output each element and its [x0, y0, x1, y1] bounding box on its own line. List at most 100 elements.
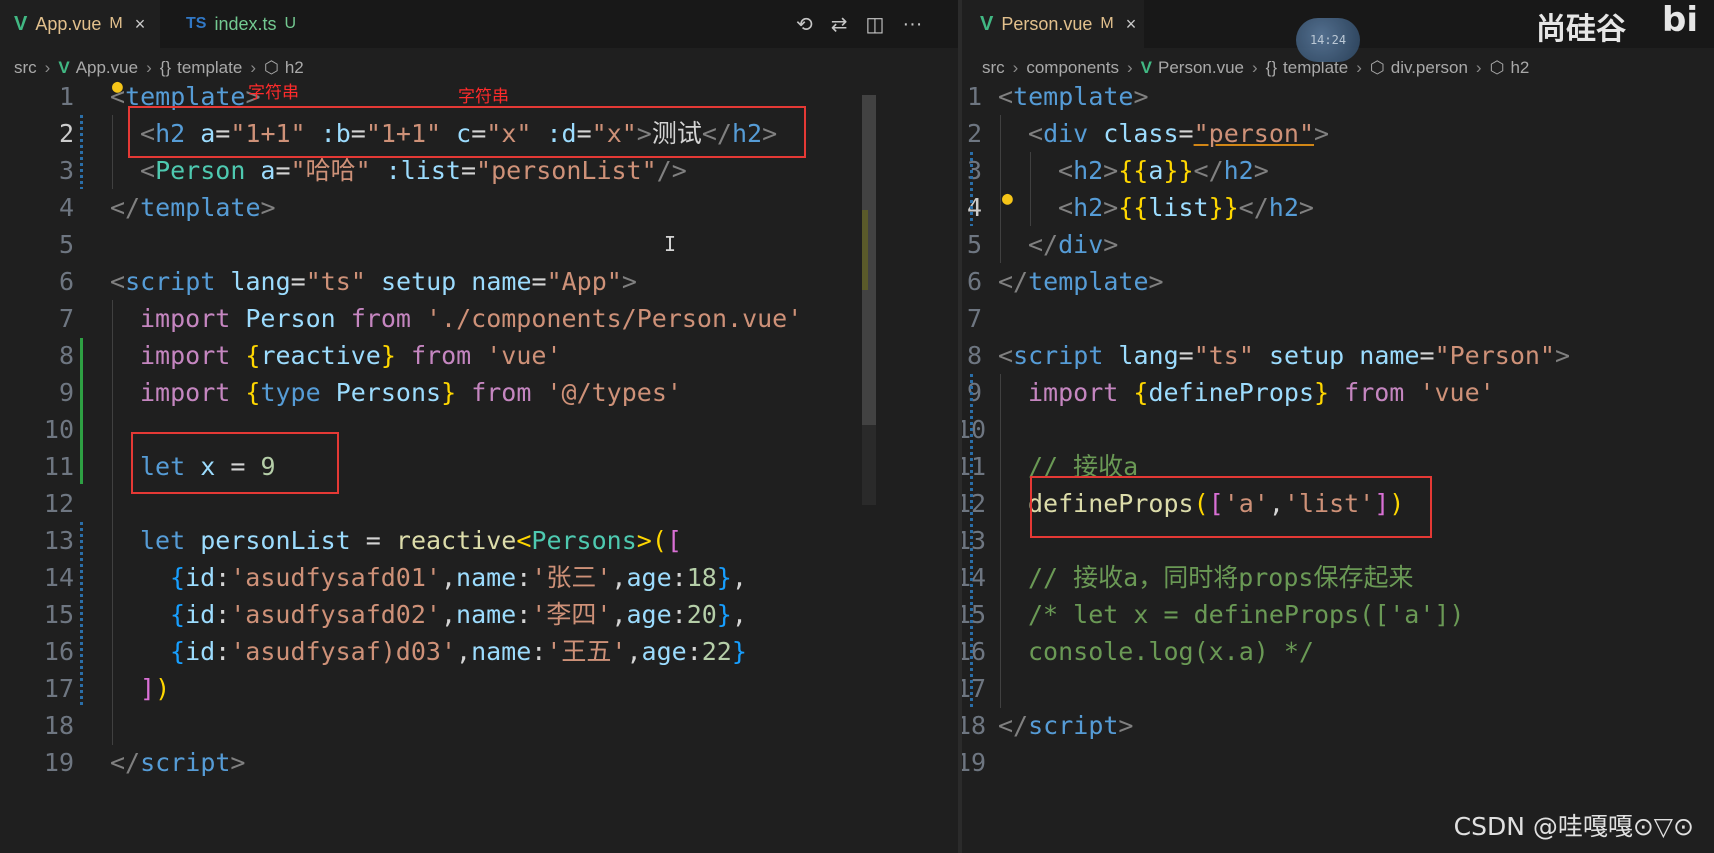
code-token: ,	[440, 563, 457, 592]
code-text: <template>	[998, 78, 1149, 115]
breadcrumb-section[interactable]: template	[177, 58, 242, 78]
close-icon[interactable]: ×	[1126, 14, 1137, 35]
code-token: lang	[215, 267, 291, 296]
tab-label: App.vue	[35, 13, 102, 34]
code-token: {{	[1118, 156, 1149, 185]
history-icon[interactable]: ⟲	[796, 12, 813, 37]
line-number: 19	[962, 748, 987, 777]
code-text: import {defineProps} from 'vue'	[1028, 374, 1495, 411]
code-token: ,	[731, 563, 747, 592]
code-token: 18	[686, 563, 717, 592]
code-token: >	[1298, 193, 1314, 222]
compare-changes-icon[interactable]: ⇄	[831, 12, 848, 37]
code-token: h2	[1073, 193, 1104, 222]
code-token: console.log(x.a) */	[1028, 637, 1314, 666]
code-token: >	[1133, 82, 1149, 111]
line-number: 3	[58, 156, 74, 185]
brand-logo: 尚硅谷	[1536, 12, 1626, 47]
code-text: {id:'asudfysafd01',name:'张三',age:18},	[170, 559, 747, 596]
code-text: <h2>{{a}}</h2>	[1058, 152, 1269, 189]
breadcrumb-node[interactable]: h2	[285, 58, 304, 78]
line-number: 11	[43, 452, 74, 481]
code-token: script	[1013, 341, 1104, 370]
code-token: Person	[155, 156, 246, 185]
code-token: >	[230, 748, 246, 777]
breadcrumb-node[interactable]: div.person	[1391, 58, 1468, 78]
code-token: :	[686, 637, 702, 666]
lightbulb-icon[interactable]: ●	[112, 76, 123, 97]
code-token: >	[1103, 193, 1119, 222]
code-token: >	[1103, 156, 1119, 185]
code-token: "ts"	[1193, 341, 1254, 370]
line-number: 6	[966, 267, 982, 296]
code-token: </	[1028, 230, 1059, 259]
code-token: from	[350, 304, 411, 333]
highlight-box	[1030, 476, 1432, 538]
code-token: :	[215, 637, 231, 666]
tab-label: index.ts	[214, 13, 277, 34]
code-token: let	[140, 526, 186, 555]
line-number: 15	[43, 600, 74, 629]
code-token: h2	[1268, 193, 1299, 222]
code-token: setup	[365, 267, 457, 296]
line-number: 1	[58, 82, 74, 111]
tab-index-ts[interactable]: TS index.ts U	[172, 0, 322, 48]
code-token: name	[456, 563, 517, 592]
breadcrumb-file[interactable]: Person.vue	[1158, 58, 1244, 78]
code-text: let personList = reactive<Persons>([	[140, 522, 682, 559]
code-text: </template>	[110, 189, 276, 226]
line-number: 1	[966, 82, 982, 111]
indent-guide	[1030, 152, 1031, 226]
code-token: age	[641, 637, 687, 666]
code-token: :	[215, 563, 231, 592]
code-token: >	[1554, 341, 1571, 370]
code-token: =	[290, 267, 306, 296]
breadcrumb-node[interactable]: h2	[1510, 58, 1529, 78]
code-token: }	[716, 600, 732, 629]
code-token: script	[1028, 711, 1119, 740]
breadcrumb-file[interactable]: App.vue	[76, 58, 138, 78]
split-editor-icon[interactable]: ◫	[866, 12, 885, 37]
tab-person-vue[interactable]: V Person.vue M ×	[962, 0, 1144, 48]
close-icon[interactable]: ×	[135, 14, 146, 35]
gutter-change-marker	[80, 115, 83, 189]
line-number: 13	[43, 526, 74, 555]
code-token: from	[471, 378, 532, 407]
code-token: class	[1088, 119, 1179, 148]
code-token: 20	[686, 600, 717, 629]
tab-app-vue[interactable]: V App.vue M ×	[0, 0, 160, 48]
annotation-label: 字符串	[248, 83, 299, 102]
lightbulb-icon[interactable]: ●	[1002, 188, 1013, 209]
code-text: </div>	[1028, 226, 1118, 263]
code-editor-right[interactable]: 1 <template> 2 <div class="person"> 3 <h2>{{a…	[962, 78, 1714, 853]
code-token: a	[1148, 156, 1164, 185]
code-text: console.log(x.a) */	[1028, 633, 1314, 670]
code-token: id	[185, 637, 216, 666]
line-number: 18	[962, 711, 987, 740]
line-number: 19	[43, 748, 74, 777]
code-token: '张三'	[531, 563, 612, 592]
annotation-label: 字符串	[458, 87, 509, 106]
more-actions-icon[interactable]: ···	[902, 13, 922, 36]
code-text: {id:'asudfysaf)d03',name:'王五',age:22}	[170, 633, 747, 670]
code-token: import	[140, 304, 231, 333]
breadcrumb-src[interactable]: src	[982, 58, 1005, 78]
code-token: {{	[1118, 193, 1149, 222]
code-text: /* let x = defineProps(['a'])	[1028, 596, 1465, 633]
vue-file-icon: V	[980, 12, 994, 35]
line-number: 5	[58, 230, 74, 259]
code-token: name	[471, 637, 532, 666]
breadcrumb-src[interactable]: src	[14, 58, 37, 78]
breadcrumb-folder[interactable]: components	[1026, 58, 1119, 78]
code-text: import {reactive} from 'vue'	[140, 337, 562, 374]
code-token: <	[998, 341, 1014, 370]
code-token: 'asudfysaf)d03'	[230, 637, 457, 666]
highlight-box	[128, 106, 806, 158]
code-token: }}	[1208, 193, 1239, 222]
code-text: import {type Persons} from '@/types'	[140, 374, 682, 411]
indent-guide	[1000, 115, 1001, 263]
code-token: name	[1344, 341, 1420, 370]
code-token: >	[1253, 156, 1269, 185]
scrollbar[interactable]	[862, 95, 876, 505]
